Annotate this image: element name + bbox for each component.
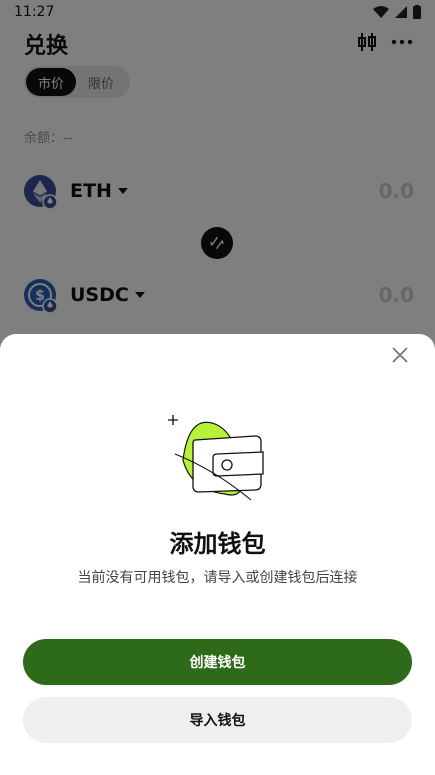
- create-wallet-button[interactable]: 创建钱包: [23, 639, 412, 685]
- add-wallet-sheet: 添加钱包 当前没有可用钱包，请导入或创建钱包后连接 创建钱包 导入钱包: [0, 334, 435, 775]
- close-icon[interactable]: [391, 346, 409, 364]
- sheet-subtitle: 当前没有可用钱包，请导入或创建钱包后连接: [77, 570, 358, 586]
- import-wallet-button[interactable]: 导入钱包: [23, 697, 412, 743]
- sheet-title: 添加钱包: [169, 530, 266, 558]
- wallet-illustration-icon: [168, 415, 264, 501]
